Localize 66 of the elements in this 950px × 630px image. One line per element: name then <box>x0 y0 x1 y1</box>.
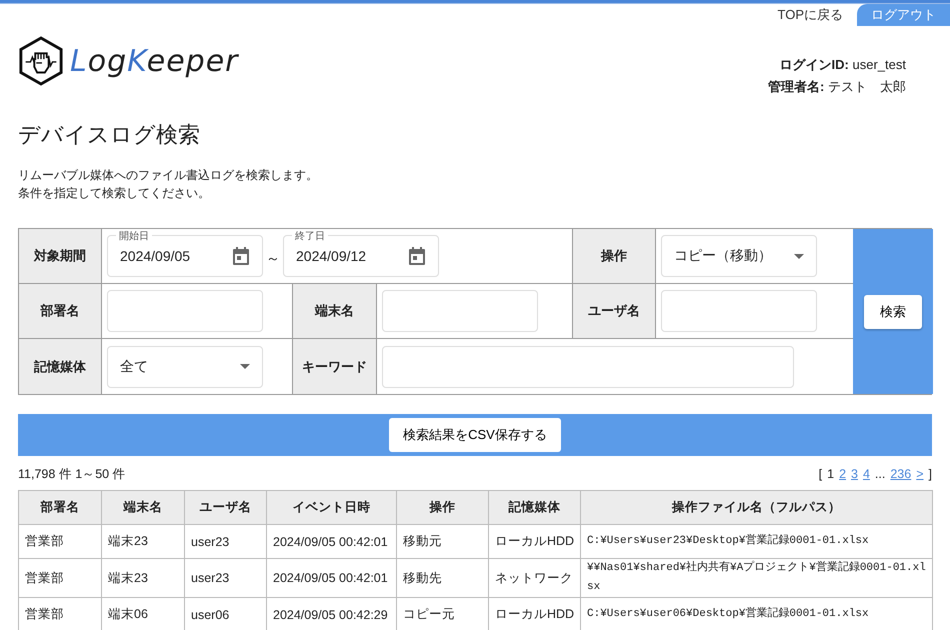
input-field[interactable] <box>661 290 817 332</box>
csv-save-button[interactable]: 検索結果をCSV保存する <box>389 418 561 452</box>
input-field[interactable] <box>107 290 263 332</box>
date-value: 2024/09/12 <box>296 248 366 264</box>
page-link[interactable]: 236 <box>890 467 912 481</box>
field-label: キーワード <box>293 339 377 394</box>
table-cell: ローカルHDD <box>488 524 580 558</box>
description-text: リムーバブル媒体へのファイル書込ログを検索します。 <box>18 167 319 184</box>
current-page: 1 <box>827 467 834 481</box>
table-cell: user23 <box>184 524 266 558</box>
column-header: 記憶媒体 <box>488 490 580 524</box>
table-cell: ¥¥Nas01¥shared¥社内共有¥Aプロジェクト¥営業記録0001-01.xlsx <box>580 558 932 598</box>
logo-icon <box>18 36 64 86</box>
select-value: 全て <box>120 358 148 376</box>
caret-icon <box>240 364 250 369</box>
input-field[interactable] <box>382 346 794 388</box>
field-label: 操作 <box>573 229 656 284</box>
page-link[interactable]: 4 <box>862 467 870 481</box>
caret-icon <box>794 254 804 258</box>
table-cell: 営業部 <box>18 524 102 558</box>
field-label: ユーザ名 <box>573 284 656 339</box>
date-value: 2024/09/05 <box>120 248 190 264</box>
field-label: 終了日 <box>292 229 328 243</box>
select-value: コピー（移動） <box>674 247 772 265</box>
column-header: ユーザ名 <box>184 490 266 524</box>
column-header: イベント日時 <box>266 490 396 524</box>
field-label: 部署名 <box>19 284 102 339</box>
result-count: 11,798 件 1～50 件 <box>18 466 126 482</box>
top-link[interactable]: TOPに戻る <box>778 6 843 24</box>
table-cell: 2024/09/05 00:42:01 <box>266 558 396 598</box>
field-label: 開始日 <box>116 229 152 243</box>
table-cell: 移動先 <box>396 558 488 598</box>
calendar-icon[interactable] <box>232 246 250 266</box>
bracket: ] <box>928 467 932 481</box>
table-cell: 営業部 <box>18 598 102 630</box>
field-label: 記憶媒体 <box>19 339 102 394</box>
table-cell: 端末23 <box>102 524 184 558</box>
input-field[interactable] <box>382 290 538 332</box>
table-cell: 2024/09/05 00:42:01 <box>266 524 396 558</box>
range-separator: ～ <box>266 250 280 268</box>
column-header: 端末名 <box>102 490 184 524</box>
column-header: 部署名 <box>18 490 102 524</box>
select-field[interactable]: コピー（移動） <box>661 235 817 277</box>
field-label: 対象期間 <box>19 229 102 284</box>
table-cell: 端末23 <box>102 558 184 598</box>
calendar-icon[interactable] <box>408 246 426 266</box>
page-link[interactable]: > <box>916 467 924 481</box>
page-link[interactable]: 2 <box>839 467 846 481</box>
field-label: 端末名 <box>293 284 377 339</box>
description-text: 条件を指定して検索してください。 <box>18 185 211 202</box>
user-info: ログインID: user_test <box>780 56 906 74</box>
ellipsis: ... <box>874 467 886 481</box>
bracket: [ <box>818 467 822 481</box>
table-cell: C:¥Users¥user23¥Desktop¥営業記録0001-01.xlsx <box>580 524 932 558</box>
column-header: 操作 <box>396 490 488 524</box>
table-cell: user23 <box>184 558 266 598</box>
page-link[interactable]: 3 <box>851 467 858 481</box>
column-header: 操作ファイル名（フルパス） <box>580 490 932 524</box>
select-field[interactable]: 全て <box>107 346 263 388</box>
logo-text: LogKeeper <box>70 44 238 78</box>
table-cell: 移動元 <box>396 524 488 558</box>
page-title: デバイスログ検索 <box>18 121 201 149</box>
user-info: 管理者名: テスト 太郎 <box>768 78 906 96</box>
table-cell: 営業部 <box>18 558 102 598</box>
table-cell: ネットワーク <box>488 558 580 598</box>
search-button[interactable]: 検索 <box>864 294 922 328</box>
